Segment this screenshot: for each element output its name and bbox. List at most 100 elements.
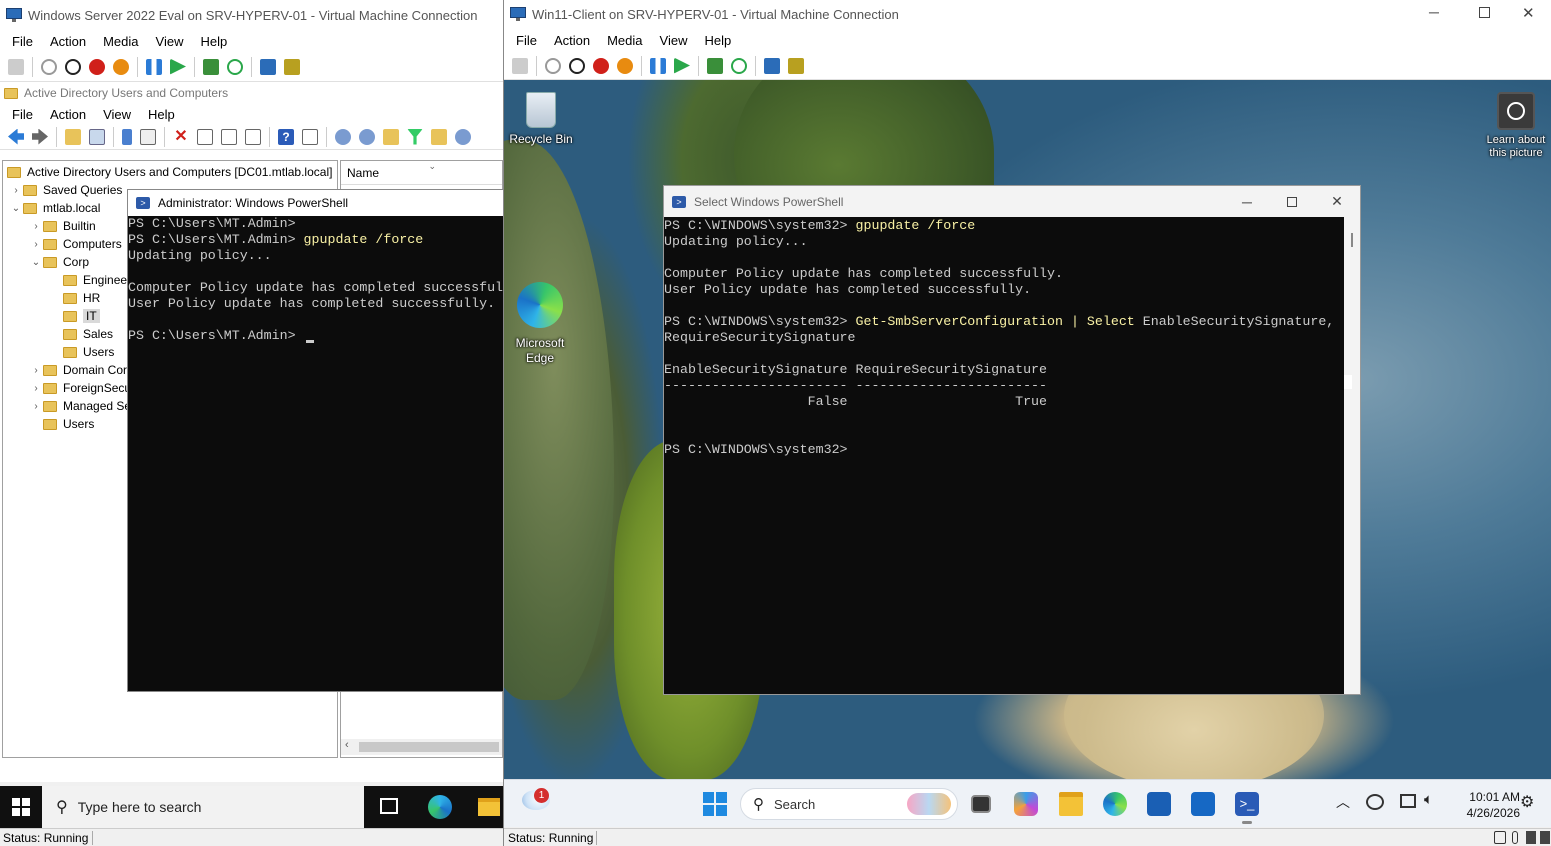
new-ou-icon[interactable]: [383, 128, 399, 145]
chevron-up-icon[interactable]: ︿: [1336, 792, 1350, 812]
powershell-taskbar-icon[interactable]: >_: [1235, 792, 1259, 816]
task-view-icon[interactable]: [380, 798, 398, 814]
collapsed-chevron-icon[interactable]: ›: [29, 383, 43, 394]
learn-about-picture[interactable]: Learn about this picture: [1480, 92, 1551, 160]
collapsed-chevron-icon[interactable]: ›: [29, 221, 43, 232]
left-vm-menu-media[interactable]: Media: [97, 34, 144, 49]
checkpoint-icon[interactable]: [707, 57, 723, 74]
tree-item[interactable]: › Domain Cor: [29, 361, 127, 379]
view-icon[interactable]: [302, 128, 318, 145]
ctrl-alt-del-icon[interactable]: [8, 58, 24, 75]
right-vm-menu-file[interactable]: File: [510, 33, 543, 48]
scroll-left-icon[interactable]: ‹: [345, 739, 349, 751]
notifications-icon[interactable]: ⚙︎: [1520, 792, 1534, 812]
scroll-thumb[interactable]: [1344, 375, 1352, 389]
close-icon[interactable]: ✕: [1522, 4, 1535, 22]
power-icon[interactable]: [113, 58, 129, 75]
find-icon[interactable]: [431, 128, 447, 145]
display-icon[interactable]: [1400, 794, 1416, 808]
pause-icon[interactable]: [146, 58, 162, 75]
resume-icon[interactable]: [674, 57, 690, 74]
ps-left-window[interactable]: > Administrator: Windows PowerShell PS C…: [127, 189, 503, 692]
turn-off-icon[interactable]: [569, 57, 585, 74]
win11-search-box[interactable]: ⚲ Search: [740, 788, 958, 820]
checkpoint-icon[interactable]: [203, 58, 219, 75]
win11-start-icon[interactable]: [703, 792, 727, 816]
resume-icon[interactable]: [170, 58, 186, 75]
turn-off-icon[interactable]: [65, 58, 81, 75]
cut-icon[interactable]: [122, 128, 132, 145]
refresh-icon[interactable]: [221, 128, 237, 145]
file-explorer-icon[interactable]: [478, 798, 500, 816]
delete-icon[interactable]: ✕: [173, 128, 189, 145]
collapsed-chevron-icon[interactable]: ›: [29, 239, 43, 250]
ps-minimize-icon[interactable]: ─: [1224, 186, 1270, 217]
ps-right-console[interactable]: PS C:\WINDOWS\system32> gpupdate /force U…: [664, 217, 1360, 458]
right-vm-menu-media[interactable]: Media: [601, 33, 648, 48]
tree-item[interactable]: IT: [49, 307, 100, 325]
ps-right-titlebar[interactable]: > Select Windows PowerShell ─ ✕: [664, 186, 1360, 217]
taskbar-search-box[interactable]: ⚲ Type here to search: [42, 786, 364, 828]
tree-item[interactable]: Users: [49, 343, 114, 361]
export-icon[interactable]: [245, 128, 261, 145]
tree-item[interactable]: Users: [29, 415, 94, 433]
tree-item[interactable]: › Saved Queries: [9, 181, 122, 199]
recycle-bin-shortcut[interactable]: Recycle Bin: [506, 92, 576, 147]
ps-right-scrollbar[interactable]: [1344, 217, 1360, 694]
share-icon[interactable]: [788, 57, 804, 74]
left-vm-menu-file[interactable]: File: [6, 34, 39, 49]
tree-item[interactable]: HR: [49, 289, 100, 307]
pause-icon[interactable]: [650, 57, 666, 74]
tree-root[interactable]: Active Directory Users and Computers [DC…: [7, 163, 332, 181]
ps-left-console[interactable]: PS C:\Users\MT.Admin> PS C:\Users\MT.Admi…: [128, 216, 503, 344]
store-icon[interactable]: [1147, 792, 1171, 816]
ctrl-alt-del-icon[interactable]: [512, 57, 528, 74]
share-icon[interactable]: [284, 58, 300, 75]
volume-icon[interactable]: 🔈︎: [1424, 791, 1433, 808]
start-icon[interactable]: [545, 57, 561, 74]
left-vm-menu-action[interactable]: Action: [44, 34, 92, 49]
tree-item[interactable]: Enginee: [49, 271, 127, 289]
up-folder-icon[interactable]: [65, 128, 81, 145]
right-vm-menu-action[interactable]: Action: [548, 33, 596, 48]
ps-close-icon[interactable]: ✕: [1314, 186, 1360, 217]
tree-item[interactable]: Sales: [49, 325, 113, 343]
left-vm-menu-help[interactable]: Help: [194, 34, 233, 49]
collapsed-chevron-icon[interactable]: ›: [29, 401, 43, 412]
help-icon[interactable]: ?: [278, 128, 294, 145]
back-arrow-icon[interactable]: [8, 128, 24, 145]
clock[interactable]: 10:01 AM 4/26/2026: [1450, 789, 1520, 821]
edge-taskbar-icon[interactable]: [428, 795, 452, 819]
expanded-chevron-icon[interactable]: ⌄: [9, 203, 23, 214]
right-vm-menu-view[interactable]: View: [654, 33, 694, 48]
aduc-menu-help[interactable]: Help: [142, 107, 181, 122]
aduc-menu-view[interactable]: View: [97, 107, 137, 122]
collapsed-chevron-icon[interactable]: ›: [29, 365, 43, 376]
copy-icon[interactable]: [140, 128, 156, 145]
scroll-thumb[interactable]: [359, 742, 499, 752]
filter-icon[interactable]: [407, 128, 423, 145]
tree-item[interactable]: › Computers: [29, 235, 121, 253]
new-user-icon[interactable]: [335, 128, 351, 145]
outlook-icon[interactable]: [1191, 792, 1215, 816]
network-off-icon[interactable]: [1366, 794, 1384, 810]
column-header-name[interactable]: Name ⌄: [341, 161, 502, 185]
tree-item[interactable]: › Managed Se: [29, 397, 131, 415]
start-icon[interactable]: [41, 58, 57, 75]
maximize-icon[interactable]: [1479, 7, 1490, 18]
revert-icon[interactable]: [731, 57, 747, 74]
collapsed-chevron-icon[interactable]: ›: [9, 185, 23, 196]
revert-icon[interactable]: [227, 58, 243, 75]
shutdown-icon[interactable]: [89, 58, 105, 75]
aduc-menu-file[interactable]: File: [6, 107, 39, 122]
forward-arrow-icon[interactable]: [32, 128, 48, 145]
windows-start-icon[interactable]: [12, 798, 30, 816]
horizontal-scrollbar[interactable]: ‹: [341, 739, 502, 755]
right-vm-menu-help[interactable]: Help: [698, 33, 737, 48]
add-to-group-icon[interactable]: [455, 128, 471, 145]
enhanced-session-icon[interactable]: [260, 58, 276, 75]
ps-right-window[interactable]: > Select Windows PowerShell ─ ✕ PS C:\WI…: [663, 185, 1361, 695]
file-explorer-icon[interactable]: [1059, 792, 1083, 816]
tree-item[interactable]: ⌄ Corp: [29, 253, 89, 271]
expanded-chevron-icon[interactable]: ⌄: [29, 257, 43, 268]
